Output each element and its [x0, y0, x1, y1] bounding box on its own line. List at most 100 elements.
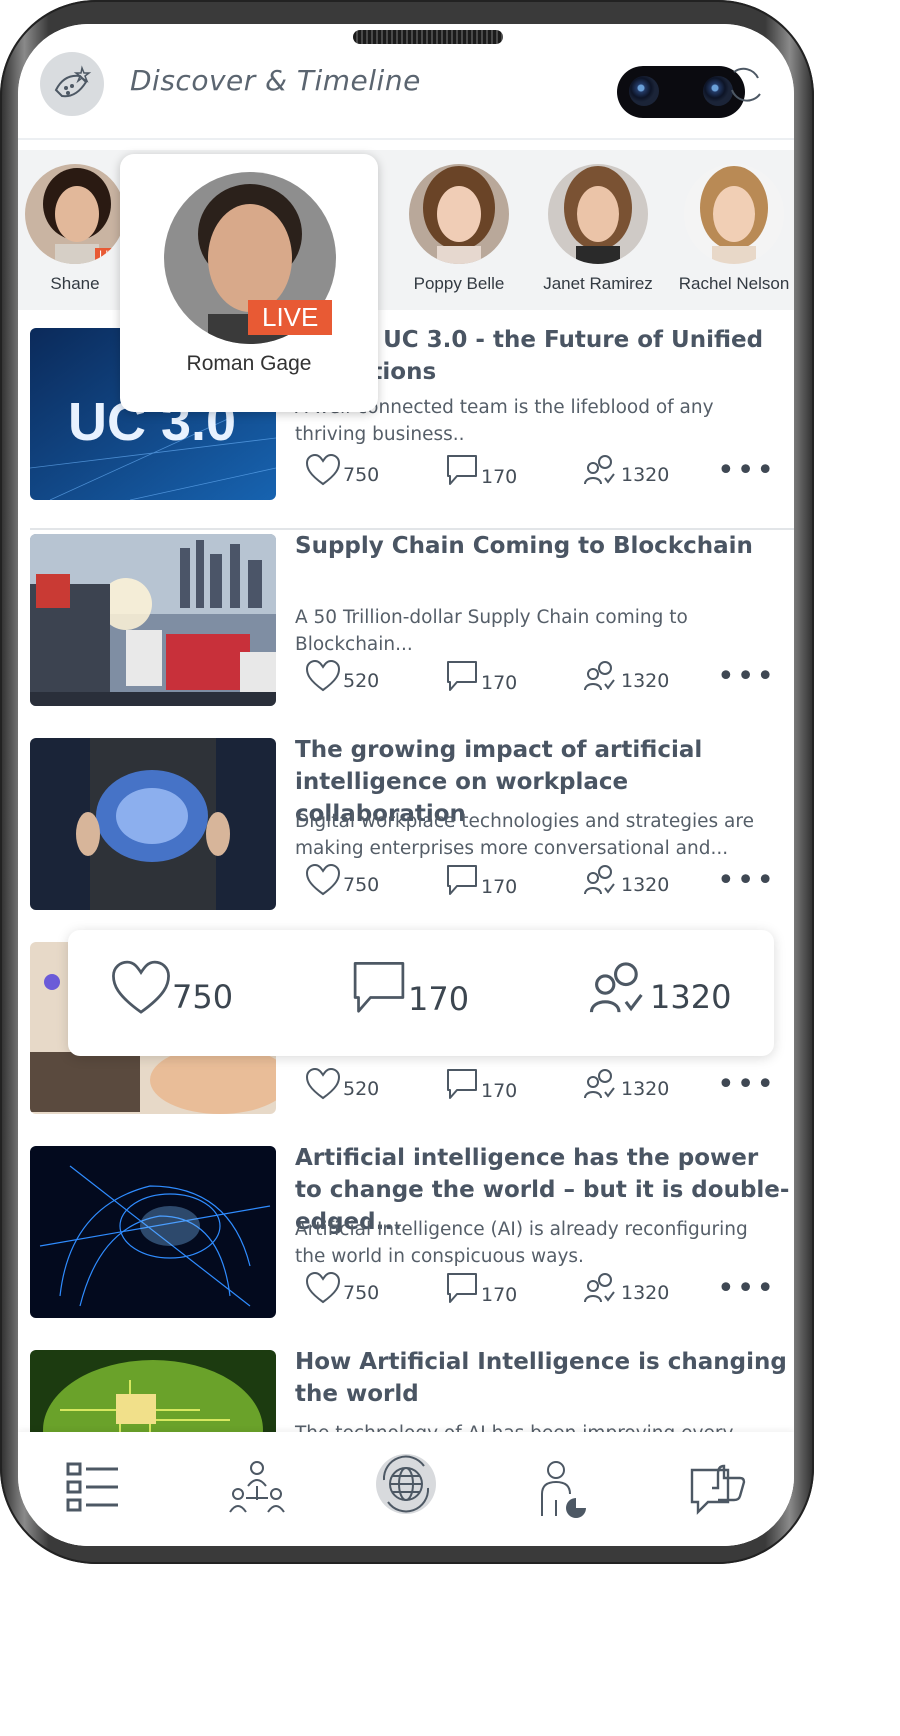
story-name: Janet Ramirez	[543, 274, 653, 293]
popup-user-name: Roman Gage	[186, 352, 312, 375]
page-title: Discover & Timeline	[130, 64, 421, 97]
avatar: LIVE	[25, 164, 125, 264]
bottom-navigation	[18, 1432, 794, 1546]
story-name: Rachel Nelson	[678, 274, 790, 293]
comments-count: 170	[481, 1080, 518, 1102]
refresh-icon[interactable]	[724, 60, 766, 108]
comments-count: 170	[481, 672, 518, 694]
more-options-button[interactable]: •••	[717, 662, 776, 692]
feed-card[interactable]: The growing impact of artificial intelli…	[30, 734, 794, 940]
comments-count: 170	[481, 1284, 518, 1306]
nav-network[interactable]	[228, 1460, 286, 1520]
post-stats: 520 170 1320 •••	[295, 1068, 775, 1108]
avatar	[548, 164, 648, 264]
thumbs-up-icon	[690, 1464, 746, 1515]
heart-icon	[305, 864, 341, 896]
post-title[interactable]: How Artificial Intelligence is changing …	[295, 1346, 791, 1410]
likes-count: 520	[343, 670, 380, 692]
heart-icon	[305, 660, 341, 692]
post-description: Digital workplace technologies and strat…	[295, 811, 754, 859]
likes-stat[interactable]: 750	[305, 454, 379, 486]
post-stats: 750 170 1320 •••	[295, 864, 775, 904]
followers-count: 1320	[621, 1078, 670, 1100]
more-options-button[interactable]: •••	[717, 1070, 776, 1100]
users-check-icon	[584, 865, 615, 895]
live-badge: LIVE	[248, 300, 333, 335]
followers-stat[interactable]: 1320	[583, 660, 669, 692]
globe-sync-icon	[376, 1454, 436, 1514]
app-logo[interactable]	[40, 52, 104, 116]
comments-stat[interactable]: 170	[445, 660, 517, 694]
followers-stat[interactable]: 1320	[583, 454, 669, 486]
comments-stat[interactable]: 170	[445, 1068, 517, 1102]
likes-count: 750	[343, 464, 380, 486]
post-stats: 750 170 1320 •••	[295, 1272, 775, 1312]
story-rachel-nelson[interactable]: Rachel Nelson	[669, 164, 794, 294]
post-description: Artificial Intelligence (AI) is already …	[295, 1219, 748, 1267]
post-stats: 750 170 1320 •••	[295, 454, 775, 494]
users-check-icon	[584, 455, 615, 485]
post-thumbnail	[30, 534, 276, 706]
likes-count: 750	[343, 874, 380, 896]
post-thumbnail	[30, 1146, 276, 1318]
comment-icon	[447, 1069, 477, 1099]
earpiece-speaker	[353, 30, 503, 44]
followers-count: 1320	[650, 978, 732, 1016]
nav-analytics[interactable]	[536, 1460, 594, 1524]
story-poppy-belle[interactable]: Poppy Belle	[394, 164, 524, 294]
story-janet-ramirez[interactable]: Janet Ramirez	[533, 164, 663, 294]
nav-feedback[interactable]	[688, 1460, 748, 1522]
app-screen: Discover & Timeline LIVE Shane Poppy Bel…	[18, 24, 794, 1546]
user-chart-icon	[541, 1461, 586, 1518]
likes-stat[interactable]: 520	[305, 660, 379, 692]
more-options-button[interactable]: •••	[717, 866, 776, 896]
comments-stat[interactable]: 170	[445, 454, 517, 488]
likes-count: 750	[172, 978, 234, 1016]
likes-stat[interactable]: 750	[305, 864, 379, 896]
followers-count: 1320	[621, 464, 670, 486]
camera-lens	[629, 76, 659, 106]
nav-list[interactable]	[64, 1460, 122, 1520]
comments-count: 170	[481, 466, 518, 488]
comment-icon	[447, 1273, 477, 1303]
comment-icon	[447, 661, 477, 691]
followers-count: 1320	[621, 874, 670, 896]
users-check-icon	[589, 962, 643, 1013]
followers-stat[interactable]: 1320	[588, 960, 731, 1016]
likes-stat[interactable]: 520	[305, 1068, 379, 1100]
likes-stat[interactable]: 750	[110, 960, 233, 1016]
followers-stat[interactable]: 1320	[583, 1068, 669, 1100]
comments-stat[interactable]: 170	[350, 960, 469, 1018]
post-title[interactable]: Supply Chain Coming to Blockchain	[295, 530, 791, 562]
feed-card[interactable]: Supply Chain Coming to Blockchain A 50 T…	[30, 530, 794, 736]
heart-icon	[305, 1272, 341, 1304]
comments-stat[interactable]: 170	[445, 864, 517, 898]
followers-stat[interactable]: 1320	[583, 1272, 669, 1304]
live-user-popup[interactable]: LIVE Roman Gage	[120, 154, 378, 412]
feed-card[interactable]: Artificial intelligence has the power to…	[30, 1142, 794, 1348]
comment-icon	[447, 865, 477, 895]
more-options-button[interactable]: •••	[717, 456, 776, 486]
post-description: A 50 Trillion-dollar Supply Chain coming…	[295, 607, 688, 655]
stats-overlay[interactable]: 750 170 1320	[68, 930, 774, 1056]
heart-icon	[305, 454, 341, 486]
comment-icon	[353, 962, 405, 1013]
story-name: Poppy Belle	[413, 274, 505, 293]
comments-stat[interactable]: 170	[445, 1272, 517, 1306]
list-icon	[66, 1462, 118, 1512]
likes-stat[interactable]: 750	[305, 1272, 379, 1304]
avatar	[684, 164, 784, 264]
heart-icon	[112, 960, 170, 1014]
likes-count: 520	[343, 1078, 380, 1100]
post-stats: 520 170 1320 •••	[295, 660, 775, 700]
users-check-icon	[584, 661, 615, 691]
comments-count: 170	[408, 980, 470, 1018]
nav-discover[interactable]	[374, 1452, 438, 1520]
followers-count: 1320	[621, 1282, 670, 1304]
comment-icon	[447, 455, 477, 485]
avatar	[409, 164, 509, 264]
comments-count: 170	[481, 876, 518, 898]
more-options-button[interactable]: •••	[717, 1274, 776, 1304]
users-check-icon	[584, 1273, 615, 1303]
followers-stat[interactable]: 1320	[583, 864, 669, 896]
